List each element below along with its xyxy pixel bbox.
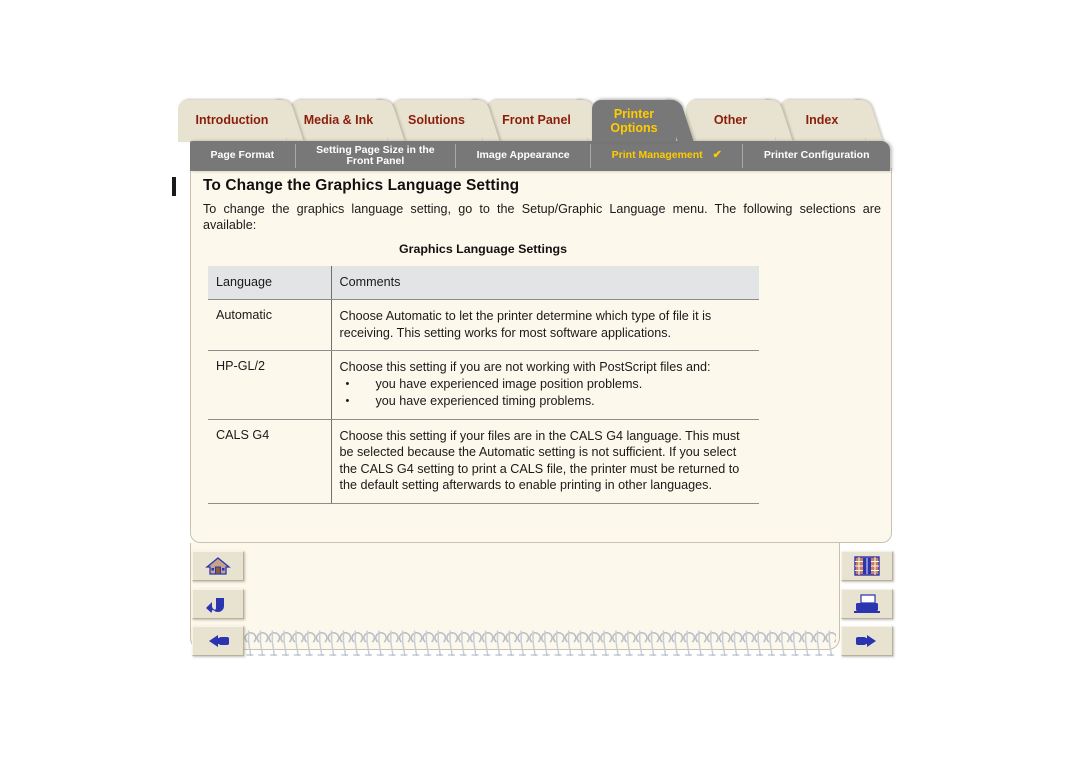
subtab-page-format[interactable]: Page Format — [190, 144, 296, 168]
tab-front-panel[interactable]: Front Panel — [486, 100, 605, 142]
main-tab-row: Introduction Media & Ink Solutions Front… — [178, 100, 902, 142]
table-row: CALS G4 Choose this setting if your file… — [208, 419, 759, 504]
list-item: you have experienced timing problems. — [340, 393, 754, 410]
subtab-page-format-label: Page Format — [210, 149, 275, 162]
tab-introduction[interactable]: Introduction — [178, 100, 304, 142]
cell-language-hpgl2: HP-GL/2 — [208, 350, 332, 420]
tab-solutions[interactable]: Solutions — [391, 100, 500, 142]
back-button[interactable] — [192, 589, 244, 619]
printer-icon — [854, 594, 880, 613]
table-row: HP-GL/2 Choose this setting if you are n… — [208, 350, 759, 420]
subtab-print-management[interactable]: Print Management ✔ — [591, 144, 744, 168]
sub-tab-bar: Page Format Setting Page Size in the Fro… — [190, 141, 890, 171]
next-page-button[interactable] — [841, 626, 893, 656]
cell-comment-cals-g4: Choose this setting if your files are in… — [331, 419, 759, 504]
print-button[interactable] — [841, 589, 893, 619]
checkmark-icon: ✔ — [712, 149, 722, 162]
tab-index[interactable]: Index — [779, 100, 883, 142]
comment-text: Choose this setting if your files are in… — [339, 428, 740, 493]
bookshelf-icon — [854, 556, 880, 576]
cell-comment-hpgl2: Choose this setting if you are not worki… — [331, 350, 759, 420]
tab-front-panel-label: Front Panel — [502, 113, 571, 127]
page-title: To Change the Graphics Language Setting — [203, 177, 520, 194]
tab-printer-options[interactable]: Printer Options — [592, 100, 694, 142]
home-icon — [205, 557, 231, 575]
comment-text: Choose Automatic to let the printer dete… — [339, 309, 712, 340]
table-body: Automatic Choose Automatic to let the pr… — [208, 299, 759, 504]
table-row: Automatic Choose Automatic to let the pr… — [208, 299, 759, 351]
tab-introduction-label: Introduction — [195, 113, 269, 127]
tab-solutions-label: Solutions — [408, 113, 465, 127]
column-header-comments: Comments — [331, 266, 759, 300]
bookshelf-button[interactable] — [841, 551, 893, 581]
tab-printer-options-label-line2: Options — [610, 121, 658, 135]
table-caption: Graphics Language Settings — [399, 242, 567, 256]
bullet-list: you have experienced image position prob… — [340, 376, 754, 410]
previous-page-button[interactable] — [192, 626, 244, 656]
tab-printer-options-label-line1: Printer — [613, 107, 655, 121]
table-header-row: Language Comments — [208, 266, 759, 300]
subtab-printer-configuration[interactable]: Printer Configuration — [743, 144, 890, 168]
cell-comment-automatic: Choose Automatic to let the printer dete… — [331, 299, 759, 351]
tab-media-and-ink[interactable]: Media & Ink — [290, 100, 405, 142]
graphics-language-settings-table: Language Comments Automatic Choose Autom… — [208, 266, 759, 504]
hand-pointer-right-icon — [856, 635, 876, 647]
subtab-setting-page-size-label-line2: Front Panel — [346, 155, 405, 167]
subtab-printer-configuration-label: Printer Configuration — [763, 149, 870, 162]
cell-language-automatic: Automatic — [208, 299, 332, 351]
tab-media-and-ink-label: Media & Ink — [303, 113, 374, 127]
back-arrow-icon — [206, 598, 224, 613]
spiral-binding — [196, 628, 836, 658]
tab-other-label: Other — [713, 113, 748, 127]
subtab-setting-page-size-front-panel[interactable]: Setting Page Size in the Front Panel — [296, 144, 457, 168]
subtab-image-appearance[interactable]: Image Appearance — [456, 144, 592, 168]
list-item: you have experienced image position prob… — [340, 376, 754, 393]
column-header-language: Language — [208, 266, 332, 300]
content-page: To Change the Graphics Language Setting … — [190, 168, 892, 543]
tab-other[interactable]: Other — [686, 100, 793, 142]
subtab-image-appearance-label: Image Appearance — [476, 149, 570, 162]
table-head: Language Comments — [208, 266, 759, 300]
cell-language-cals-g4: CALS G4 — [208, 419, 332, 504]
hand-pointer-left-icon — [209, 635, 229, 647]
home-button[interactable] — [192, 551, 244, 581]
change-bar-marker — [172, 177, 176, 196]
spiral-binding-svg — [197, 630, 836, 657]
tab-index-label: Index — [805, 113, 839, 127]
comment-text: Choose this setting if you are not worki… — [339, 360, 711, 374]
help-viewer-page: Introduction Media & Ink Solutions Front… — [0, 0, 1080, 763]
subtab-print-management-label: Print Management — [611, 149, 703, 162]
intro-paragraph: To change the graphics language setting,… — [203, 202, 881, 232]
